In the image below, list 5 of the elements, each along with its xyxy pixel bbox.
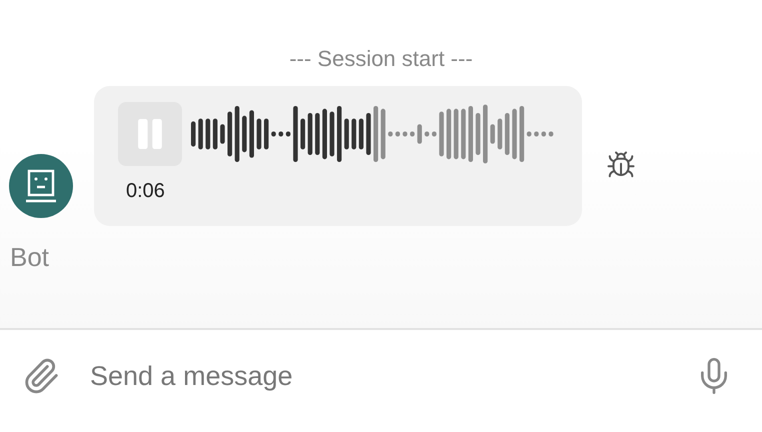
session-marker: --- Session start --- [289, 46, 473, 72]
duration: 0:06 [126, 180, 165, 203]
message-input[interactable]: Send a message [88, 360, 694, 392]
sender-name: Bot [10, 242, 50, 273]
bug-icon[interactable] [606, 150, 636, 180]
